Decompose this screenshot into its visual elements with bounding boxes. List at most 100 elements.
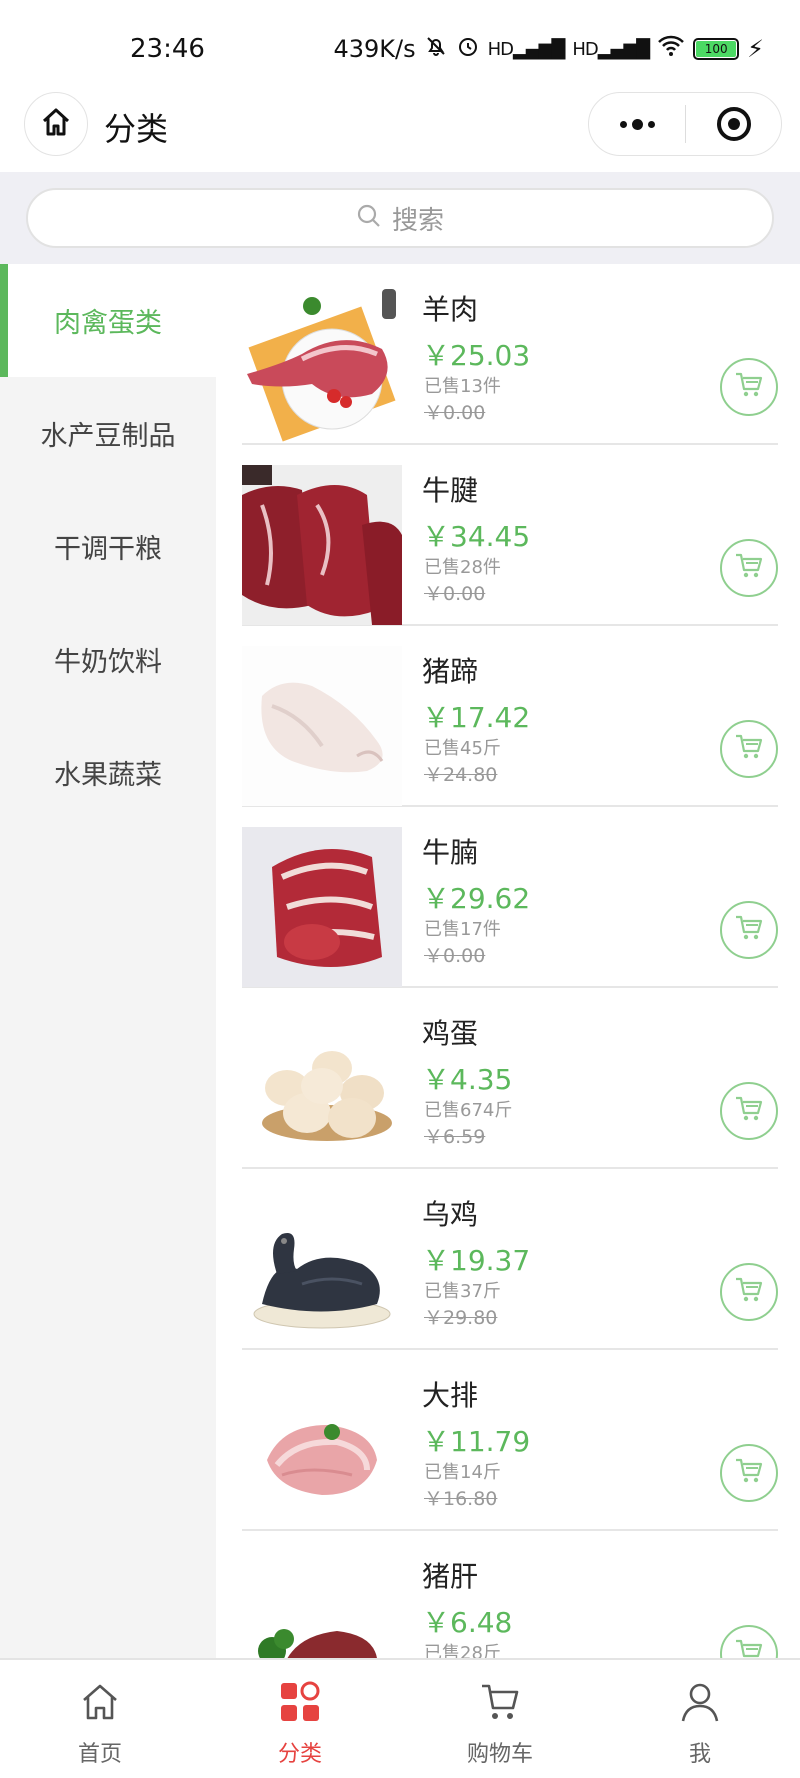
- hd-label-1: HD: [487, 38, 514, 60]
- product-original-price: ￥0.00: [424, 402, 486, 424]
- product-original-price: ￥0.00: [424, 583, 486, 605]
- product-card[interactable]: 大排 ￥11.79 已售14斤 ￥16.80: [242, 1350, 778, 1531]
- status-bar: 23:46 439K/s HD▂▄▆█ HD▂▄▆█ 100 ⚡: [0, 0, 800, 82]
- network-speed: 439K/s: [333, 35, 416, 63]
- product-card[interactable]: 乌鸡 ￥19.37 已售37斤 ￥29.80: [242, 1169, 778, 1350]
- product-card[interactable]: 牛腱 ￥34.45 已售28件 ￥0.00: [242, 445, 778, 626]
- product-image-eggs[interactable]: [242, 1008, 402, 1168]
- product-original-price: ￥24.80: [424, 764, 498, 786]
- home-icon: [39, 105, 73, 143]
- product-name: 牛腩: [422, 836, 479, 869]
- product-card[interactable]: 牛腩 ￥29.62 已售17件 ￥0.00: [242, 807, 778, 988]
- product-card[interactable]: 猪肝 ￥6.48 已售28斤: [242, 1531, 778, 1658]
- tab-me[interactable]: 我: [600, 1660, 800, 1778]
- charging-icon: ⚡: [747, 35, 764, 63]
- product-card[interactable]: 鸡蛋 ￥4.35 已售674斤 ￥6.59: [242, 988, 778, 1169]
- add-to-cart-button[interactable]: [720, 358, 778, 416]
- product-name: 大排: [422, 1379, 479, 1412]
- category-sidebar: 肉禽蛋类 水产豆制品 干调干粮 牛奶饮料 水果蔬菜: [0, 264, 216, 1658]
- category-item-dry-goods[interactable]: 干调干粮: [0, 490, 216, 603]
- search-input[interactable]: 搜索: [26, 188, 774, 248]
- add-to-cart-button[interactable]: [720, 720, 778, 778]
- user-icon: [678, 1680, 722, 1728]
- category-item-fruit-vegetables[interactable]: 水果蔬菜: [0, 716, 216, 829]
- add-to-cart-button[interactable]: [720, 539, 778, 597]
- product-sold-count: 已售28件: [424, 557, 501, 578]
- more-dots-icon-right: [647, 120, 655, 128]
- product-sold-count: 已售28斤: [424, 1643, 501, 1658]
- product-card[interactable]: 猪蹄 ￥17.42 已售45斤 ￥24.80: [242, 626, 778, 807]
- category-item-seafood-tofu[interactable]: 水产豆制品: [0, 377, 216, 490]
- signal-icon-1: HD▂▄▆█: [487, 38, 566, 60]
- product-price: ￥25.03: [422, 339, 531, 372]
- more-dots-icon-center: [631, 118, 643, 130]
- product-sold-count: 已售674斤: [424, 1100, 513, 1121]
- status-time: 23:46: [130, 34, 205, 64]
- category-icon: [278, 1680, 322, 1728]
- category-item-meat-poultry-eggs[interactable]: 肉禽蛋类: [0, 264, 216, 377]
- cart-icon: [734, 1638, 764, 1658]
- more-dots-icon: [619, 120, 627, 128]
- bell-muted-icon: [424, 34, 448, 64]
- tab-home[interactable]: 首页: [0, 1660, 200, 1778]
- product-image-lamb[interactable]: [242, 284, 402, 444]
- product-list: 羊肉 ￥25.03 已售13件 ￥0.00 牛腱 ￥34.45 已售28件 ￥0…: [216, 264, 800, 1658]
- search-placeholder: 搜索: [391, 205, 444, 236]
- target-close-icon: [716, 107, 751, 141]
- product-price: ￥11.79: [422, 1425, 531, 1458]
- product-name: 鸡蛋: [422, 1017, 479, 1050]
- signal-icon-2: HD▂▄▆█: [572, 38, 650, 60]
- category-item-milk-drinks[interactable]: 牛奶饮料: [0, 603, 216, 716]
- product-name: 猪蹄: [422, 655, 479, 688]
- tab-cart[interactable]: 购物车: [400, 1660, 600, 1778]
- product-price: ￥19.37: [422, 1244, 531, 1277]
- alarm-icon: [456, 34, 480, 64]
- product-sold-count: 已售17件: [424, 919, 501, 940]
- add-to-cart-button[interactable]: [720, 1444, 778, 1502]
- product-image-beef-brisket[interactable]: [242, 827, 402, 987]
- product-image-pig-trotter[interactable]: [242, 646, 402, 806]
- product-name: 羊肉: [422, 293, 479, 326]
- nav-header: 分类: [0, 82, 800, 172]
- cart-icon: [734, 1276, 764, 1308]
- product-original-price: ￥6.59: [424, 1126, 486, 1148]
- product-card[interactable]: 羊肉 ￥25.03 已售13件 ￥0.00: [242, 264, 778, 445]
- more-button[interactable]: [589, 93, 685, 155]
- product-price: ￥17.42: [422, 701, 531, 734]
- product-image-pork-liver[interactable]: [242, 1551, 402, 1658]
- product-price: ￥4.35: [422, 1063, 513, 1096]
- cart-icon: [734, 914, 764, 946]
- product-original-price: ￥0.00: [424, 945, 486, 967]
- battery-level: 100: [696, 41, 737, 57]
- product-image-black-chicken[interactable]: [242, 1189, 402, 1349]
- search-icon: [356, 203, 382, 233]
- page-title: 分类: [104, 110, 169, 148]
- add-to-cart-button[interactable]: [720, 1082, 778, 1140]
- tab-home-label: 首页: [77, 1742, 122, 1767]
- add-to-cart-button[interactable]: [720, 1625, 778, 1658]
- mini-program-capsule: [588, 92, 782, 156]
- tab-me-label: 我: [688, 1742, 711, 1767]
- product-sold-count: 已售14斤: [424, 1462, 501, 1483]
- close-button[interactable]: [686, 93, 781, 155]
- add-to-cart-button[interactable]: [720, 901, 778, 959]
- cart-icon: [734, 371, 764, 403]
- hd-label-2: HD: [572, 38, 598, 60]
- cart-icon: [734, 733, 764, 765]
- status-icons: 439K/s HD▂▄▆█ HD▂▄▆█ 100 ⚡: [333, 34, 764, 64]
- product-price: ￥6.48: [422, 1606, 513, 1639]
- tab-category-label: 分类: [277, 1742, 322, 1767]
- target-close-icon-dot: [727, 118, 740, 130]
- product-image-pork-chop[interactable]: [242, 1370, 402, 1530]
- product-price: ￥34.45: [422, 520, 531, 553]
- wifi-icon: [657, 35, 685, 63]
- cart-icon: [478, 1680, 522, 1728]
- add-to-cart-button[interactable]: [720, 1263, 778, 1321]
- tab-category[interactable]: 分类: [200, 1660, 400, 1778]
- cart-icon: [734, 1095, 764, 1127]
- product-image-beef-shank[interactable]: [242, 465, 402, 625]
- home-button[interactable]: [24, 92, 88, 156]
- battery-icon: 100: [693, 38, 740, 60]
- product-name: 牛腱: [422, 474, 479, 507]
- product-sold-count: 已售37斤: [424, 1281, 501, 1302]
